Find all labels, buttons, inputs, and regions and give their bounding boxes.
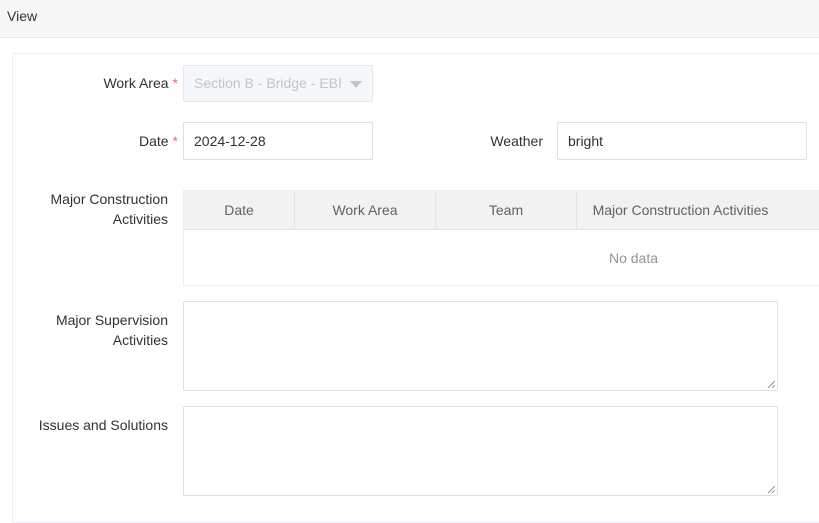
date-field[interactable]: 2024-12-28 xyxy=(183,122,373,160)
required-mark: * xyxy=(172,75,178,91)
major-construction-label: Major Construction Activities xyxy=(20,189,169,229)
major-construction-label-line2: Activities xyxy=(112,211,168,227)
construction-activities-table: Date Work Area Team Major Construction A… xyxy=(183,190,819,286)
table-empty-text: No data xyxy=(608,250,659,266)
column-header-work-area[interactable]: Work Area xyxy=(295,191,436,230)
major-supervision-label-line2: Activities xyxy=(112,332,168,348)
page-title: View xyxy=(7,8,38,24)
major-supervision-textarea[interactable] xyxy=(183,301,778,391)
weather-field[interactable]: bright xyxy=(557,122,807,160)
issues-label: Issues and Solutions xyxy=(38,417,168,433)
column-header-date[interactable]: Date xyxy=(184,191,295,230)
major-supervision-label-line1: Major Supervision xyxy=(55,312,168,328)
issues-textarea[interactable] xyxy=(183,406,778,496)
work-area-label: Work Area * xyxy=(60,73,178,93)
resize-handle-icon[interactable] xyxy=(767,485,775,493)
column-header-team[interactable]: Team xyxy=(436,191,577,230)
top-bar: View xyxy=(0,0,819,38)
work-area-label-text: Work Area xyxy=(103,75,169,91)
work-area-select[interactable]: Section B - Bridge - EBI xyxy=(183,65,373,102)
chevron-down-icon xyxy=(350,81,362,88)
resize-handle-icon[interactable] xyxy=(767,380,775,388)
major-construction-label-line1: Major Construction xyxy=(50,191,169,207)
date-label: Date * xyxy=(60,131,178,151)
table-header: Date Work Area Team Major Construction A… xyxy=(184,191,819,230)
major-supervision-label: Major Supervision Activities xyxy=(20,310,168,350)
column-header-activities[interactable]: Major Construction Activities xyxy=(577,191,784,230)
weather-label: Weather xyxy=(490,133,543,149)
work-area-value: Section B - Bridge - EBI xyxy=(194,75,342,91)
date-label-text: Date xyxy=(138,133,169,149)
required-mark: * xyxy=(172,133,178,149)
